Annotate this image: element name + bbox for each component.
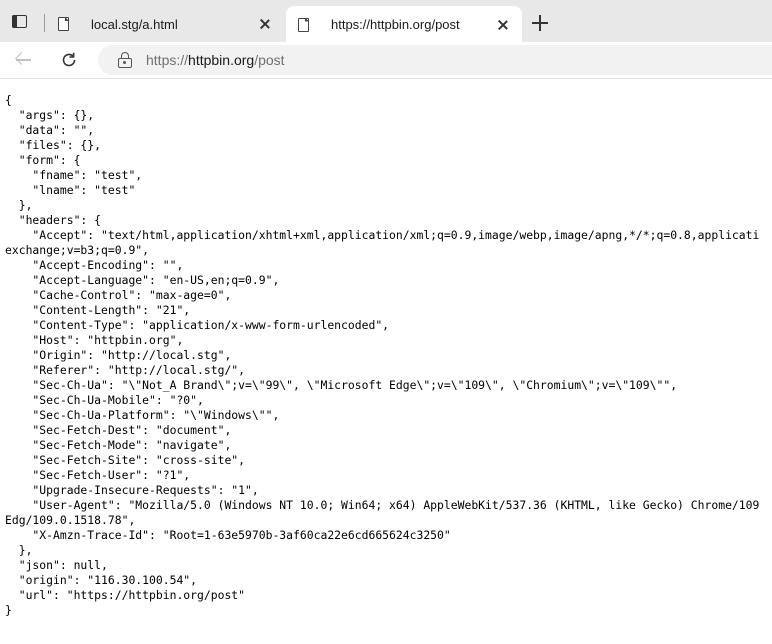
json-line: "url": "https://httpbin.org/post" xyxy=(5,588,246,602)
json-line: "args": {}, xyxy=(5,108,95,122)
json-line: "Referer": "http://local.stg/", xyxy=(5,363,246,377)
url-scheme: https:// xyxy=(146,52,189,68)
close-icon[interactable] xyxy=(494,16,512,34)
tab-local-stg[interactable]: local.stg/a.html xyxy=(46,6,284,42)
json-line: "User-Agent": "Mozilla/5.0 (Windows NT 1… xyxy=(5,498,760,512)
json-line: "fname": "test", xyxy=(5,168,143,182)
page-icon xyxy=(298,17,309,32)
tab-title: https://httpbin.org/post xyxy=(331,17,460,32)
json-line: }, xyxy=(5,543,33,557)
tab-httpbin-post[interactable]: https://httpbin.org/post xyxy=(286,6,522,43)
new-tab-plus-icon[interactable] xyxy=(531,14,549,32)
json-line: "Cache-Control": "max-age=0", xyxy=(5,288,232,302)
json-line: "data": "", xyxy=(5,123,95,137)
close-icon[interactable] xyxy=(256,15,274,33)
json-line: "Origin": "http://local.stg", xyxy=(5,348,232,362)
json-line: "json": null, xyxy=(5,558,108,572)
json-line: exchange;v=b3;q=0.9", xyxy=(5,243,150,257)
address-url: https://httpbin.org/post xyxy=(146,52,285,68)
json-line: }, xyxy=(5,198,33,212)
json-line: "Accept": "text/html,application/xhtml+x… xyxy=(5,228,760,242)
json-line: { xyxy=(5,93,12,107)
back-arrow-icon[interactable] xyxy=(14,50,34,70)
page-content: { "args": {}, "data": "", "files": {}, "… xyxy=(0,79,772,644)
json-line: "Sec-Ch-Ua": "\"Not_A Brand\";v=\"99\", … xyxy=(5,378,678,392)
json-line: "Accept-Language": "en-US,en;q=0.9", xyxy=(5,273,280,287)
json-line: "files": {}, xyxy=(5,138,102,152)
json-line: "lname": "test" xyxy=(5,183,136,197)
url-host: httpbin.org xyxy=(188,52,255,68)
tab-actions-menu-icon[interactable] xyxy=(10,12,32,34)
json-line: "Sec-Ch-Ua-Platform": "\"Windows\"", xyxy=(5,408,280,422)
json-line: } xyxy=(5,603,12,617)
json-line: "Host": "httpbin.org", xyxy=(5,333,184,347)
tab-title: local.stg/a.html xyxy=(91,16,178,32)
address-bar[interactable]: https://httpbin.org/post xyxy=(98,45,772,75)
json-line: "X-Amzn-Trace-Id": "Root=1-63e5970b-3af6… xyxy=(5,528,451,542)
navigation-toolbar: https://httpbin.org/post xyxy=(0,42,772,79)
json-line: "Accept-Encoding": "", xyxy=(5,258,184,272)
tab-strip: local.stg/a.html https://httpbin.org/pos… xyxy=(0,0,772,43)
page-icon xyxy=(58,17,69,31)
json-line: "Sec-Ch-Ua-Mobile": "?0", xyxy=(5,393,204,407)
tab-divider xyxy=(44,14,45,32)
reload-icon[interactable] xyxy=(59,50,79,70)
json-line: "Content-Length": "21", xyxy=(5,303,191,317)
json-line: "Sec-Fetch-Dest": "document", xyxy=(5,423,232,437)
json-line: "headers": { xyxy=(5,213,102,227)
json-line: "origin": "116.30.100.54", xyxy=(5,573,198,587)
url-path: /post xyxy=(254,52,285,68)
json-line: "Sec-Fetch-Site": "cross-site", xyxy=(5,453,246,467)
lock-icon[interactable] xyxy=(118,52,132,68)
json-line: "Sec-Fetch-User": "?1", xyxy=(5,468,191,482)
json-line: "Upgrade-Insecure-Requests": "1", xyxy=(5,483,259,497)
json-response-text: { "args": {}, "data": "", "files": {}, "… xyxy=(0,79,772,618)
json-line: "Sec-Fetch-Mode": "navigate", xyxy=(5,438,232,452)
json-line: Edg/109.0.1518.78", xyxy=(5,513,136,527)
json-line: "form": { xyxy=(5,153,81,167)
json-line: "Content-Type": "application/x-www-form-… xyxy=(5,318,390,332)
